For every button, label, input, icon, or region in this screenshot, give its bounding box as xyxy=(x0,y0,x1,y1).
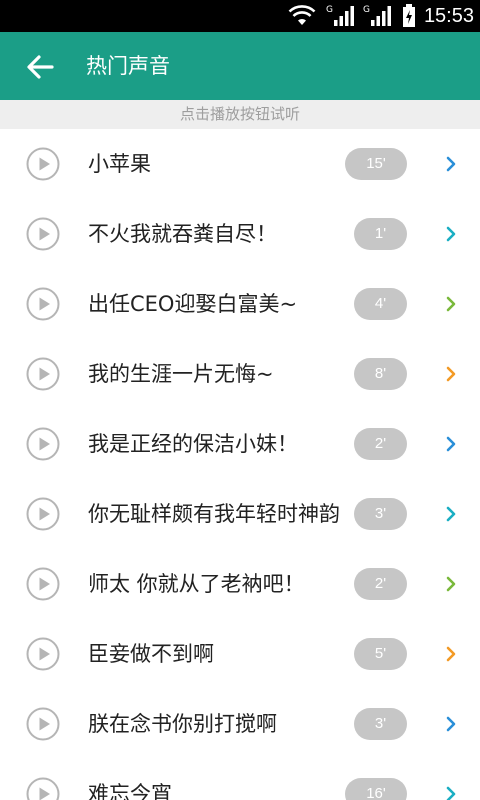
sound-title: 我是正经的保洁小妹！ xyxy=(88,432,298,456)
play-icon[interactable] xyxy=(26,217,60,251)
status-icons: G G 15:53 xyxy=(288,0,474,32)
play-icon[interactable] xyxy=(26,637,60,671)
sound-title: 不火我就吞粪自尽！ xyxy=(88,222,277,246)
play-hint-bar: 点击播放按钮试听 xyxy=(0,100,480,129)
signal-strength-icon xyxy=(333,6,354,26)
duration-badge: 2' xyxy=(354,568,407,600)
battery-charging-icon xyxy=(402,4,415,27)
sound-title: 你无耻样颇有我年轻时神韵 xyxy=(88,502,340,526)
play-icon[interactable] xyxy=(26,147,60,181)
sound-title: 小苹果 xyxy=(88,152,151,176)
signal-strength-icon-2 xyxy=(370,6,391,26)
list-item[interactable]: 臣妾做不到啊 5' xyxy=(0,619,480,689)
network-type-label: G xyxy=(325,5,333,15)
chevron-right-icon[interactable] xyxy=(443,366,459,382)
sound-title: 出任CEO迎娶白富美~ xyxy=(88,292,298,316)
chevron-right-icon[interactable] xyxy=(443,506,459,522)
play-icon[interactable] xyxy=(26,777,60,800)
status-time: 15:53 xyxy=(423,4,474,27)
list-item[interactable]: 难忘今宵 16' xyxy=(0,759,480,800)
sound-title: 师太 你就从了老衲吧！ xyxy=(88,572,305,596)
duration-badge: 5' xyxy=(354,638,407,670)
status-bar: G G 15:53 xyxy=(0,0,480,32)
duration-badge: 4' xyxy=(354,288,407,320)
wifi-icon xyxy=(288,5,316,25)
play-icon[interactable] xyxy=(26,427,60,461)
chevron-right-icon[interactable] xyxy=(443,436,459,452)
chevron-right-icon[interactable] xyxy=(443,156,459,172)
chevron-right-icon[interactable] xyxy=(443,786,459,800)
list-item[interactable]: 朕在念书你别打搅啊 3' xyxy=(0,689,480,759)
app-bar: 热门声音 xyxy=(0,32,480,100)
sound-title: 臣妾做不到啊 xyxy=(88,642,214,666)
play-icon[interactable] xyxy=(26,497,60,531)
page-title: 热门声音 xyxy=(86,54,170,78)
duration-badge: 15' xyxy=(345,148,407,180)
play-icon[interactable] xyxy=(26,357,60,391)
duration-badge: 1' xyxy=(354,218,407,250)
list-item[interactable]: 师太 你就从了老衲吧！ 2' xyxy=(0,549,480,619)
sound-list[interactable]: 小苹果 15' 不火我就吞粪自尽！ 1' 出任CEO迎娶白富美~ 4' 我的生涯一片无悔~ 8… xyxy=(0,129,480,800)
list-item[interactable]: 出任CEO迎娶白富美~ 4' xyxy=(0,269,480,339)
list-item[interactable]: 我是正经的保洁小妹！ 2' xyxy=(0,409,480,479)
chevron-right-icon[interactable] xyxy=(443,296,459,312)
list-item[interactable]: 你无耻样颇有我年轻时神韵 3' xyxy=(0,479,480,549)
chevron-right-icon[interactable] xyxy=(443,576,459,592)
back-arrow-icon[interactable] xyxy=(24,51,56,83)
play-icon[interactable] xyxy=(26,707,60,741)
list-item[interactable]: 小苹果 15' xyxy=(0,129,480,199)
sound-title: 朕在念书你别打搅啊 xyxy=(88,712,277,736)
duration-badge: 3' xyxy=(354,498,407,530)
chevron-right-icon[interactable] xyxy=(443,226,459,242)
play-icon[interactable] xyxy=(26,567,60,601)
list-item[interactable]: 我的生涯一片无悔~ 8' xyxy=(0,339,480,409)
play-icon[interactable] xyxy=(26,287,60,321)
chevron-right-icon[interactable] xyxy=(443,646,459,662)
duration-badge: 2' xyxy=(354,428,407,460)
sound-title: 我的生涯一片无悔~ xyxy=(88,362,274,386)
network-type-label-2: G xyxy=(362,5,370,15)
chevron-right-icon[interactable] xyxy=(443,716,459,732)
sound-title: 难忘今宵 xyxy=(88,782,172,800)
list-item[interactable]: 不火我就吞粪自尽！ 1' xyxy=(0,199,480,269)
duration-badge: 3' xyxy=(354,708,407,740)
duration-badge: 8' xyxy=(354,358,407,390)
duration-badge: 16' xyxy=(345,778,407,800)
